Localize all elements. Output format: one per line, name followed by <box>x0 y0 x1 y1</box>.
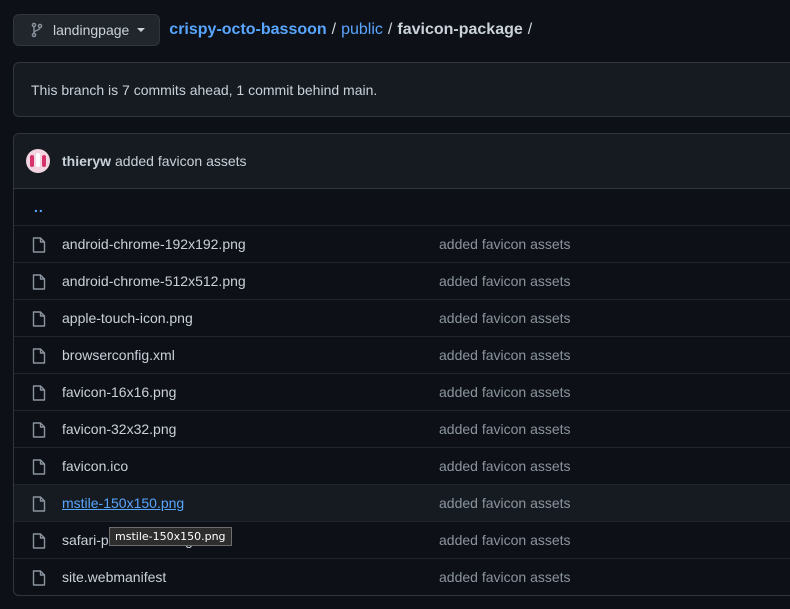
avatar[interactable] <box>26 149 50 173</box>
parent-directory-link[interactable]: .. <box>34 199 44 215</box>
table-row[interactable]: android-chrome-512x512.png added favicon … <box>14 262 790 299</box>
table-row[interactable]: android-chrome-192x192.png added favicon … <box>14 225 790 262</box>
file-icon <box>32 385 46 401</box>
file-commit-message-link[interactable]: added favicon assets <box>439 458 571 474</box>
breadcrumb: crispy-octo-bassoon / public / favicon-p… <box>168 21 537 39</box>
branch-name: landingpage <box>53 22 130 38</box>
file-name-link[interactable]: apple-touch-icon.png <box>62 310 193 326</box>
commit-message-link[interactable]: added favicon assets <box>115 153 247 169</box>
breadcrumb-repo-link[interactable]: crispy-octo-bassoon <box>169 21 326 39</box>
file-icon <box>32 311 46 327</box>
file-name-link[interactable]: browserconfig.xml <box>62 347 175 363</box>
file-icon <box>32 496 46 512</box>
branch-select-button[interactable]: landingpage <box>13 14 161 46</box>
file-commit-message-link[interactable]: added favicon assets <box>439 347 571 363</box>
tooltip: mstile-150x150.png <box>109 527 232 546</box>
chevron-down-icon <box>137 28 146 32</box>
parent-directory-row[interactable]: .. <box>14 189 790 225</box>
git-branch-icon <box>31 22 43 38</box>
topbar: landingpage crispy-octo-bassoon / public… <box>13 14 537 46</box>
tooltip-text: mstile-150x150.png <box>115 530 226 543</box>
file-name-link[interactable]: favicon.ico <box>62 458 128 474</box>
table-row[interactable]: apple-touch-icon.png added favicon assets <box>14 299 790 336</box>
breadcrumb-separator: / <box>527 21 533 38</box>
branch-status-text: This branch is 7 commits ahead, 1 commit… <box>31 81 378 98</box>
file-commit-message-link[interactable]: added favicon assets <box>439 384 571 400</box>
file-commit-message-link[interactable]: added favicon assets <box>439 532 571 548</box>
table-row[interactable]: favicon-16x16.png added favicon assets <box>14 373 790 410</box>
latest-commit-row: thieryw added favicon assets <box>14 134 790 189</box>
breadcrumb-separator: / <box>387 21 393 38</box>
file-icon <box>32 422 46 438</box>
table-row[interactable]: mstile-150x150.png added favicon assets <box>14 484 790 521</box>
file-commit-message-link[interactable]: added favicon assets <box>439 495 571 511</box>
file-icon <box>32 533 46 549</box>
file-name-link[interactable]: favicon-16x16.png <box>62 384 176 400</box>
commit-author-link[interactable]: thieryw <box>62 153 111 169</box>
table-row[interactable]: browserconfig.xml added favicon assets <box>14 336 790 373</box>
file-commit-message-link[interactable]: added favicon assets <box>439 421 571 437</box>
breadcrumb-current: favicon-package <box>397 21 523 38</box>
file-commit-message-link[interactable]: added favicon assets <box>439 236 571 252</box>
file-commit-message-link[interactable]: added favicon assets <box>439 273 571 289</box>
file-name-link[interactable]: mstile-150x150.png <box>62 495 184 511</box>
file-icon <box>32 237 46 253</box>
table-row[interactable]: favicon.ico added favicon assets <box>14 447 790 484</box>
file-name-link[interactable]: android-chrome-192x192.png <box>62 236 246 252</box>
file-icon <box>32 570 46 586</box>
file-icon <box>32 348 46 364</box>
file-commit-message-link[interactable]: added favicon assets <box>439 310 571 326</box>
breadcrumb-dir-link[interactable]: public <box>341 21 383 39</box>
file-name-link[interactable]: site.webmanifest <box>62 569 166 585</box>
branch-status-notice: This branch is 7 commits ahead, 1 commit… <box>13 62 790 117</box>
file-commit-message-link[interactable]: added favicon assets <box>439 569 571 585</box>
table-row[interactable]: site.webmanifest added favicon assets <box>14 558 790 595</box>
file-icon <box>32 274 46 290</box>
table-row[interactable]: favicon-32x32.png added favicon assets <box>14 410 790 447</box>
breadcrumb-separator: / <box>331 21 337 38</box>
file-icon <box>32 459 46 475</box>
file-name-link[interactable]: favicon-32x32.png <box>62 421 176 437</box>
file-name-link[interactable]: android-chrome-512x512.png <box>62 273 246 289</box>
